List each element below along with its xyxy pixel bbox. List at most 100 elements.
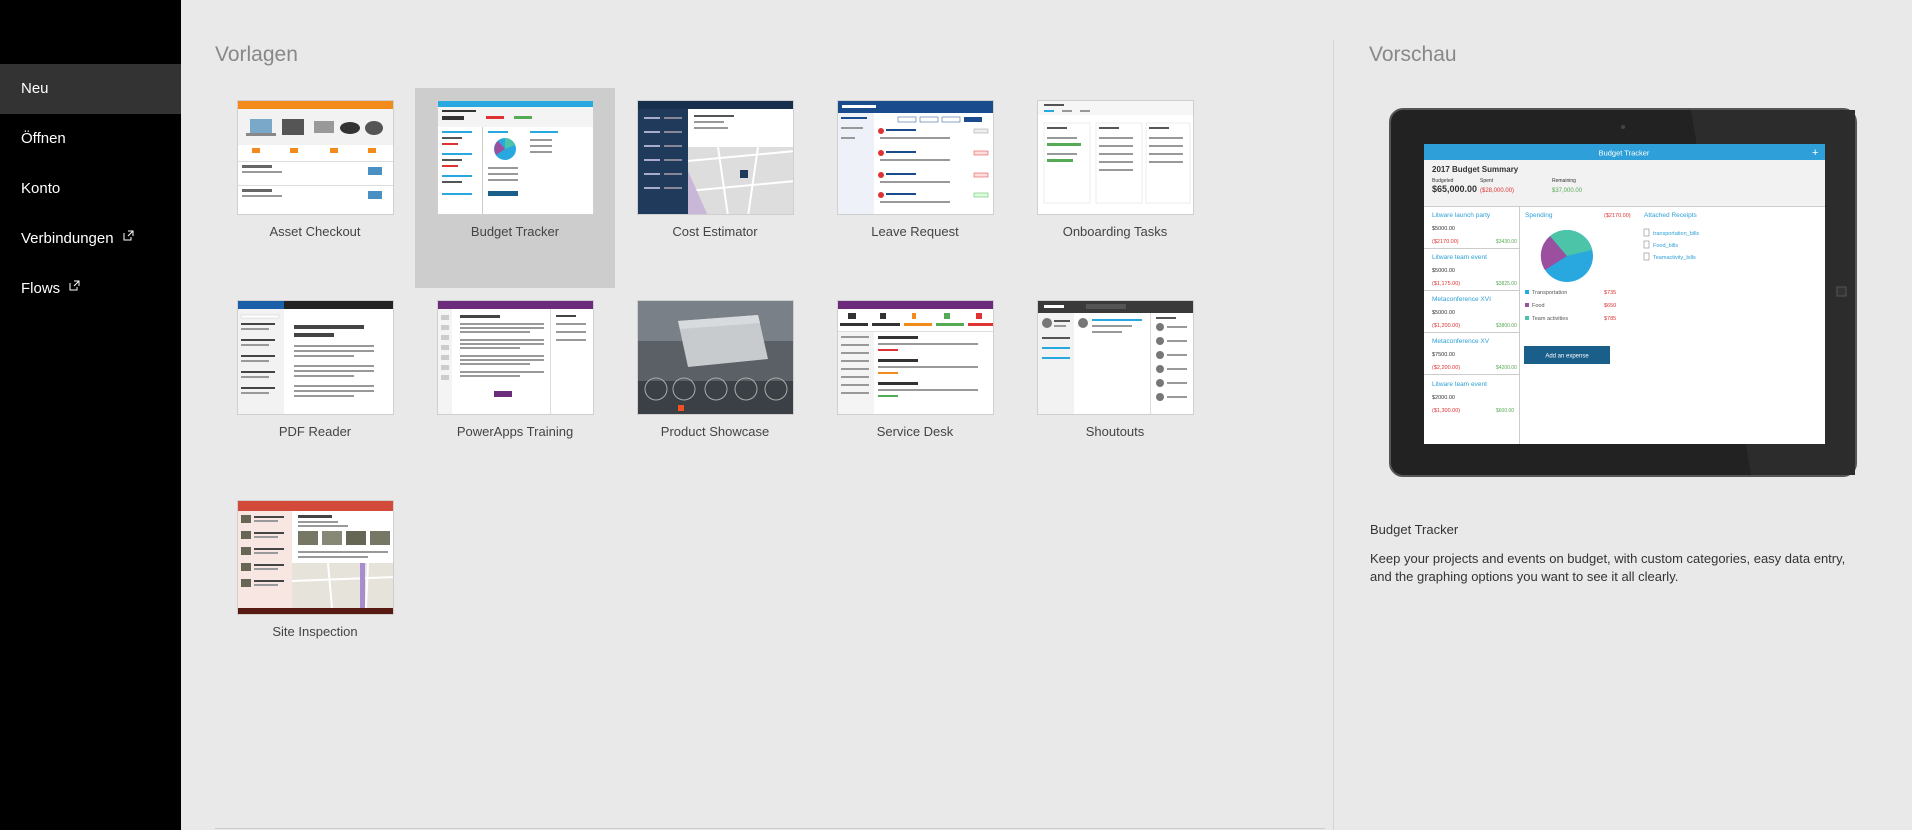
- preview-screen: Budget Tracker + 2017 Budget Summary Bud…: [1424, 144, 1825, 444]
- nav-item-neu[interactable]: Neu: [0, 64, 181, 114]
- legend-label: Transportation: [1532, 290, 1567, 296]
- legend-label: Team activities: [1532, 316, 1568, 322]
- template-budget-tracker[interactable]: Budget Tracker: [415, 88, 615, 288]
- nav-item-flows[interactable]: Flows: [0, 264, 181, 314]
- svg-text:Litware team event: Litware team event: [1432, 381, 1487, 388]
- screen-app-title: Budget Tracker: [1599, 149, 1650, 158]
- nav-item-konto[interactable]: Konto: [0, 164, 181, 214]
- svg-text:$4200.00: $4200.00: [1496, 365, 1517, 371]
- svg-text:$5000.00: $5000.00: [1432, 226, 1455, 232]
- receipt-link[interactable]: Teamactivity_bills: [1643, 252, 1696, 261]
- template-site-inspection[interactable]: Site Inspection: [215, 488, 415, 688]
- template-service-desk[interactable]: Service Desk: [815, 288, 1015, 488]
- svg-text:transportation_bills: transportation_bills: [1653, 231, 1699, 237]
- screen-remaining-value: $37,000.00: [1552, 188, 1583, 194]
- svg-text:($1,175.00): ($1,175.00): [1432, 281, 1460, 287]
- event-item[interactable]: Litware team event $2000.00 ($1,300.00) …: [1432, 381, 1514, 414]
- template-label: Leave Request: [871, 224, 959, 239]
- template-cost-estimator[interactable]: Cost Estimator: [615, 88, 815, 288]
- add-expense-button[interactable]: Add an expense: [1524, 346, 1610, 364]
- svg-text:Metaconference XVI: Metaconference XVI: [1432, 296, 1491, 303]
- screen-remaining-label: Remaining: [1552, 178, 1576, 184]
- screen-spent-value: ($28,000.00): [1480, 188, 1514, 194]
- template-thumbnail: [637, 100, 794, 215]
- receipt-link[interactable]: Food_bills: [1643, 240, 1678, 249]
- screen-budgeted-value: $65,000.00: [1432, 184, 1477, 194]
- svg-text:$2000.00: $2000.00: [1432, 395, 1455, 401]
- event-item[interactable]: Litware launch party $5000.00 ($2170.00)…: [1432, 212, 1517, 245]
- svg-text:$3800.00: $3800.00: [1496, 323, 1517, 329]
- nav-item-oeffnen[interactable]: Öffnen: [0, 114, 181, 164]
- template-label: PowerApps Training: [456, 424, 574, 439]
- template-thumbnail: [637, 300, 794, 415]
- svg-text:($1,300.00): ($1,300.00): [1432, 408, 1460, 414]
- template-thumbnail: [237, 300, 394, 415]
- template-thumbnail: [1037, 100, 1194, 215]
- svg-text:$3430.00: $3430.00: [1496, 239, 1517, 245]
- template-leave-request[interactable]: Leave Request: [815, 88, 1015, 288]
- template-label: Site Inspection: [272, 624, 358, 639]
- template-label: Budget Tracker: [470, 224, 560, 239]
- svg-text:($2,200.00): ($2,200.00): [1432, 365, 1460, 371]
- svg-text:$5000.00: $5000.00: [1432, 310, 1455, 316]
- legend-swatch: [1525, 303, 1529, 307]
- event-item[interactable]: Metaconference XV $7500.00 ($2,200.00) $…: [1432, 338, 1517, 371]
- legend-amount: $785: [1604, 316, 1616, 322]
- external-link-icon: [69, 280, 80, 291]
- receipts-title: Attached Receipts: [1644, 212, 1698, 219]
- svg-text:($1,200.00): ($1,200.00): [1432, 323, 1460, 329]
- preview-title: Vorschau: [1369, 43, 1457, 66]
- template-label: PDF Reader: [278, 424, 352, 439]
- nav-label: Konto: [21, 180, 61, 197]
- template-product-showcase[interactable]: Product Showcase: [615, 288, 815, 488]
- template-onboarding-tasks[interactable]: Onboarding Tasks: [1015, 88, 1215, 288]
- legend-amount: $735: [1604, 290, 1616, 296]
- legend-swatch: [1525, 290, 1529, 294]
- svg-text:Food_bills: Food_bills: [1653, 243, 1678, 249]
- template-pdf-reader[interactable]: PDF Reader: [215, 288, 415, 488]
- template-thumbnail: [437, 300, 594, 415]
- template-label: Shoutouts: [1085, 424, 1145, 439]
- spending-pie-chart: [1540, 229, 1593, 282]
- screen-spent-label: Spent: [1480, 178, 1494, 184]
- template-powerapps-training[interactable]: PowerApps Training: [415, 288, 615, 488]
- event-item[interactable]: Litware team event $5000.00 ($1,175.00) …: [1432, 254, 1517, 287]
- template-label: Cost Estimator: [672, 224, 758, 239]
- svg-text:Litware launch party: Litware launch party: [1432, 212, 1491, 219]
- template-thumbnail: [837, 300, 994, 415]
- nav-item-verbindungen[interactable]: Verbindungen: [0, 214, 181, 264]
- template-thumbnail: [1037, 300, 1194, 415]
- legend-label: Food: [1532, 303, 1545, 309]
- template-thumbnail: [237, 100, 394, 215]
- template-label: Asset Checkout: [269, 224, 361, 239]
- screen-summary-title: 2017 Budget Summary: [1432, 165, 1519, 174]
- nav-label: Öffnen: [21, 130, 66, 147]
- template-thumbnail: [237, 500, 394, 615]
- external-link-icon: [123, 230, 134, 241]
- svg-text:$600.00: $600.00: [1496, 408, 1514, 414]
- sidebar: Neu Öffnen Konto Verbindungen Flows: [0, 0, 181, 830]
- template-asset-checkout[interactable]: Asset Checkout: [215, 88, 415, 288]
- spending-title: Spending: [1525, 212, 1553, 219]
- bottom-divider: [215, 828, 1325, 829]
- template-label: Service Desk: [876, 424, 954, 439]
- svg-text:Add an expense: Add an expense: [1545, 354, 1589, 360]
- add-icon: +: [1812, 147, 1818, 159]
- nav-label: Neu: [21, 80, 49, 97]
- panel-divider: [1333, 40, 1334, 830]
- template-thumbnail: [837, 100, 994, 215]
- event-item[interactable]: Metaconference XVI $5000.00 ($1,200.00) …: [1432, 296, 1517, 329]
- preview-tablet: Budget Tracker + 2017 Budget Summary Bud…: [1389, 108, 1857, 477]
- preview-description: Keep your projects and events on budget,…: [1370, 551, 1846, 584]
- preview-template-name: Budget Tracker: [1370, 522, 1459, 537]
- svg-text:Teamactivity_bills: Teamactivity_bills: [1653, 255, 1696, 261]
- template-label: Product Showcase: [660, 424, 770, 439]
- template-shoutouts[interactable]: Shoutouts: [1015, 288, 1215, 488]
- svg-text:($2170.00): ($2170.00): [1432, 239, 1459, 245]
- legend-swatch: [1525, 316, 1529, 320]
- spending-total: ($2170.00): [1604, 213, 1631, 219]
- legend-amount: $650: [1604, 303, 1616, 309]
- template-label: Onboarding Tasks: [1062, 224, 1168, 239]
- svg-text:$3825.00: $3825.00: [1496, 281, 1517, 287]
- receipt-link[interactable]: transportation_bills: [1643, 228, 1699, 237]
